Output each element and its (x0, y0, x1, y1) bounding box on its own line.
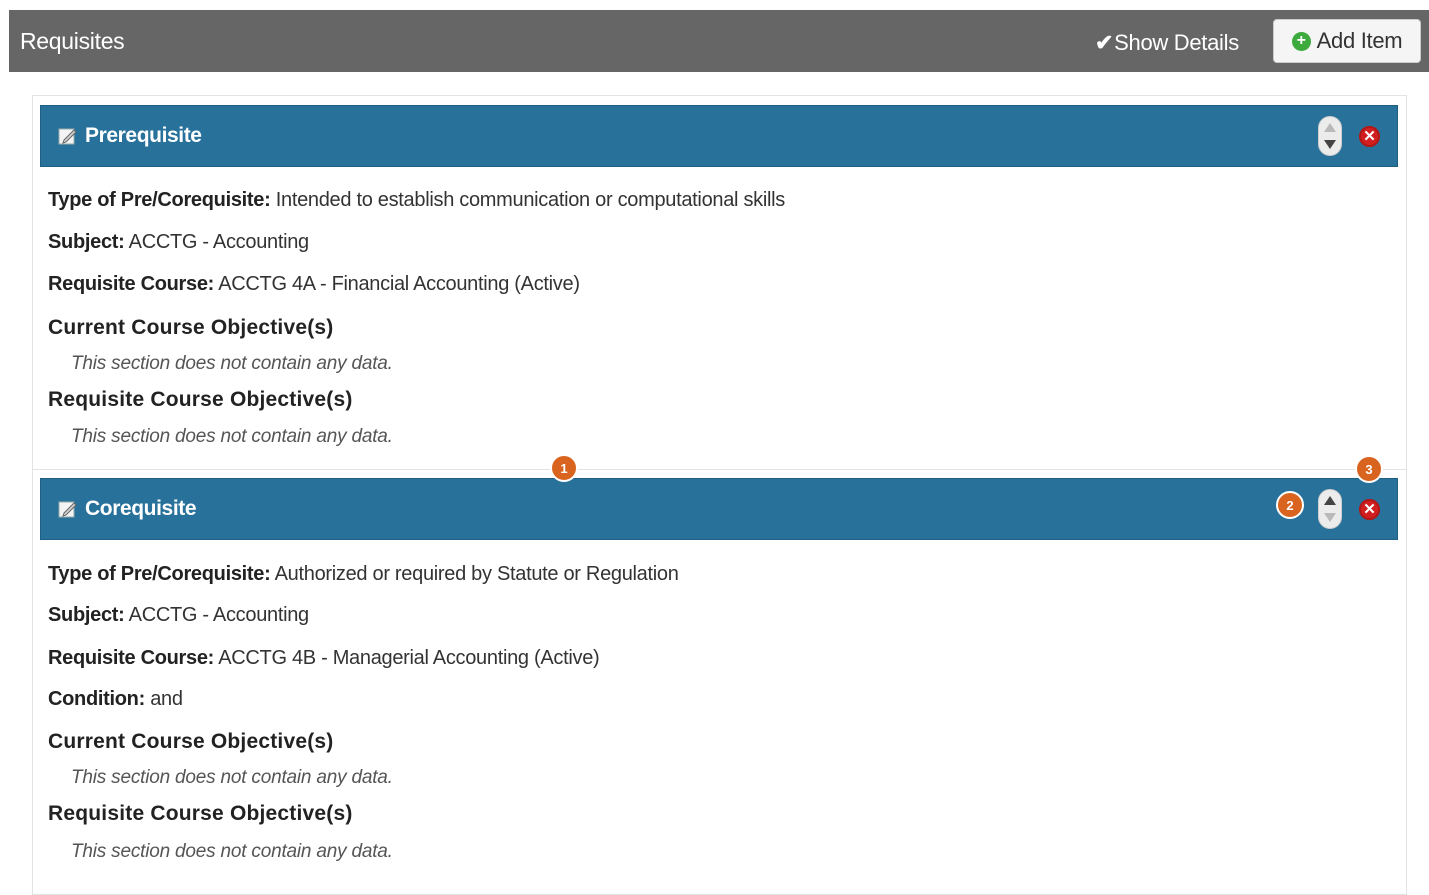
delete-icon[interactable]: ✕ (1359, 126, 1380, 147)
field-value: ACCTG - Accounting (128, 231, 310, 253)
field-label: Subject: (48, 231, 125, 253)
callout-marker-2: 2 (1276, 491, 1304, 519)
reorder-arrows-icon[interactable] (1318, 116, 1342, 156)
field-label: Type of Pre/Corequisite: (48, 189, 271, 211)
requisites-header: Requisites ✔ Show Details + Add Item (9, 10, 1429, 72)
empty-message: This section does not contain any data. (71, 426, 393, 447)
field-value: Authorized or required by Statute or Reg… (274, 563, 679, 585)
callout-marker-3: 3 (1355, 455, 1383, 483)
section-heading: Current Course Objective(s) (48, 316, 334, 339)
field-subject: Subject: ACCTG - Accounting (48, 231, 309, 254)
field-label: Subject: (48, 604, 125, 626)
plus-circle-icon: + (1291, 31, 1311, 51)
reorder-arrows-icon[interactable] (1318, 489, 1342, 529)
show-details-label: Show Details (1114, 30, 1239, 55)
add-item-label: Add Item (1316, 28, 1403, 53)
callout-marker-1: 1 (550, 454, 578, 482)
field-value: ACCTG 4A - Financial Accounting (Active) (218, 273, 580, 295)
empty-message: This section does not contain any data. (71, 353, 393, 374)
field-label: Requisite Course: (48, 647, 215, 669)
move-down-icon[interactable] (1324, 513, 1336, 522)
field-subject: Subject: ACCTG - Accounting (48, 604, 309, 627)
field-value: ACCTG 4B - Managerial Accounting (Active… (218, 647, 600, 669)
delete-icon[interactable]: ✕ (1359, 499, 1380, 520)
field-label: Requisite Course: (48, 273, 215, 295)
empty-message: This section does not contain any data. (71, 767, 393, 788)
section-heading: Requisite Course Objective(s) (48, 802, 353, 825)
field-requisite-course: Requisite Course: ACCTG 4A - Financial A… (48, 273, 580, 296)
move-up-icon[interactable] (1324, 123, 1336, 132)
field-requisite-course: Requisite Course: ACCTG 4B - Managerial … (48, 647, 600, 670)
field-value: and (150, 688, 183, 710)
item-header-corequisite: Corequisite ✕ (40, 478, 1398, 540)
field-label: Type of Pre/Corequisite: (48, 563, 271, 585)
show-details-toggle[interactable]: ✔ Show Details (1095, 30, 1239, 56)
edit-icon[interactable] (58, 126, 78, 146)
divider (32, 469, 1407, 470)
field-type: Type of Pre/Corequisite: Authorized or r… (48, 563, 679, 586)
move-down-icon[interactable] (1324, 140, 1336, 149)
checkmark-icon[interactable]: ✔ (1095, 32, 1113, 54)
empty-message: This section does not contain any data. (71, 841, 393, 862)
field-label: Condition: (48, 688, 145, 710)
add-item-button[interactable]: + Add Item (1273, 19, 1421, 63)
field-type: Type of Pre/Corequisite: Intended to est… (48, 189, 785, 212)
section-heading: Current Course Objective(s) (48, 730, 334, 753)
move-up-icon[interactable] (1324, 496, 1336, 505)
item-title[interactable]: Corequisite (85, 497, 197, 521)
item-title[interactable]: Prerequisite (85, 124, 202, 148)
page-title: Requisites (20, 28, 125, 54)
field-value: Intended to establish communication or c… (275, 189, 786, 211)
field-condition: Condition: and (48, 688, 183, 711)
section-heading: Requisite Course Objective(s) (48, 388, 353, 411)
field-value: ACCTG - Accounting (128, 604, 310, 626)
edit-icon[interactable] (58, 499, 78, 519)
item-header-prerequisite: Prerequisite ✕ (40, 105, 1398, 167)
